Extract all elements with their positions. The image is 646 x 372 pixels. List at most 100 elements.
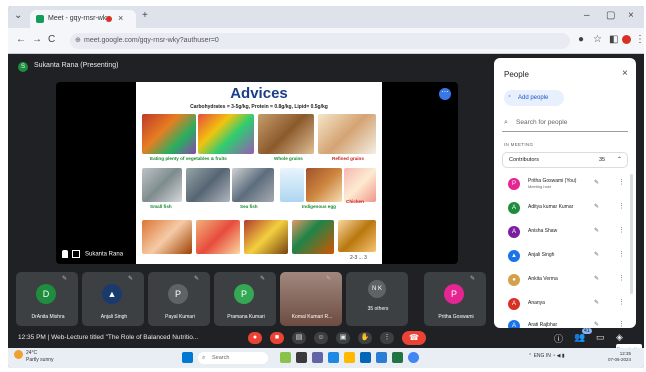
caption-small-fish: Small fish — [150, 204, 172, 209]
file-explorer-icon[interactable] — [344, 352, 355, 363]
participant-name: Pramana Kumari — [227, 314, 265, 320]
more-options-button[interactable]: ⋮ — [380, 332, 394, 344]
maximize-icon[interactable]: ▢ — [606, 10, 615, 21]
participant-row[interactable]: ▲ Anjali Singh ✎ ⋮ — [502, 246, 628, 268]
weather-widget[interactable]: 24°C Partly sunny — [14, 350, 54, 364]
participant-tile[interactable]: ✎ ▲ Anjali Singh — [82, 272, 144, 326]
forward-icon[interactable]: → — [32, 34, 42, 45]
system-tray[interactable]: ⌃ ENG IN ◔ ◀ ▮ — [528, 353, 565, 359]
mic-off-icon[interactable]: ✎ — [594, 203, 599, 210]
browser-menu-icon[interactable]: ⋮ — [635, 34, 644, 45]
participant-row[interactable]: ● Ankita Verma ✎ ⋮ — [502, 270, 628, 292]
stage-more-options-icon[interactable]: ⋯ — [439, 88, 451, 100]
participant-row[interactable]: A Arati Rajbhar ✎ ⋮ — [502, 316, 628, 328]
new-tab-icon[interactable]: + — [142, 10, 148, 21]
add-people-button[interactable]: ⁺ Add people — [504, 90, 564, 106]
chat-icon[interactable]: ▭ — [596, 332, 605, 343]
mic-off-icon[interactable]: ✎ — [594, 299, 599, 306]
browser-tab-meet[interactable]: Meet - gqy-rnsr-wky × — [30, 10, 136, 28]
pin-icon[interactable] — [62, 250, 68, 258]
camera-toggle-button[interactable]: ■ — [270, 332, 284, 344]
participant-row[interactable]: A Ananya ✎ ⋮ — [502, 294, 628, 316]
participant-row[interactable]: A Anisha Shaw ✎ ⋮ — [502, 222, 628, 244]
weather-temp: 24°C — [26, 350, 38, 356]
more-options-icon[interactable]: ⋮ — [618, 298, 625, 306]
close-panel-icon[interactable]: × — [622, 68, 628, 79]
meet-favicon-icon — [36, 15, 44, 23]
mic-off-icon[interactable]: ✎ — [594, 321, 599, 328]
participant-row[interactable]: P Pritha Goswami (You) Meeting host ✎ ⋮ — [502, 174, 628, 196]
participant-name: Pritha Goswami — [438, 314, 474, 320]
raise-hand-button[interactable]: ✋ — [358, 332, 372, 344]
sun-icon — [14, 350, 23, 359]
contributors-section[interactable]: Contributors 35 ⌃ — [502, 152, 628, 168]
mic-off-icon[interactable]: ✎ — [594, 275, 599, 282]
more-options-icon[interactable]: ⋮ — [618, 250, 625, 258]
reactions-button[interactable]: ☺ — [314, 332, 328, 344]
volume-icon[interactable]: ◀ — [557, 353, 561, 359]
sidebar-icon[interactable]: ◧ — [609, 34, 618, 45]
presenting-label: Sukanta Rana (Presenting) — [34, 62, 119, 69]
captions-button[interactable]: ▤ — [292, 332, 306, 344]
url-input[interactable]: ⊕ meet.google.com/gqy-rnsr-wky?authuser=… — [70, 33, 570, 49]
more-options-icon[interactable]: ⋮ — [618, 274, 625, 282]
mic-off-icon[interactable]: ✎ — [594, 227, 599, 234]
mic-off-icon: ✎ — [326, 276, 332, 282]
people-scrollbar[interactable] — [630, 174, 633, 294]
wifi-icon[interactable]: ◔ — [552, 353, 555, 359]
window-close-icon[interactable]: × — [628, 10, 634, 21]
taskbar-clock[interactable]: 12:35 07-06-2024 — [608, 351, 631, 363]
chrome-icon[interactable] — [408, 352, 419, 363]
avatar: D — [36, 284, 56, 304]
more-options-icon[interactable]: ⋮ — [618, 178, 625, 186]
tray-chevron-icon[interactable]: ⌃ — [528, 353, 532, 359]
participant-row[interactable]: A Aditya kumar Kumar ✎ ⋮ — [502, 198, 628, 220]
close-tab-icon[interactable]: × — [118, 13, 123, 23]
word-icon[interactable] — [376, 352, 387, 363]
reload-icon[interactable]: C — [48, 34, 55, 45]
task-view-icon[interactable] — [296, 352, 307, 363]
excel-icon[interactable] — [392, 352, 403, 363]
tab-menu-icon[interactable]: ⌄ — [14, 10, 22, 21]
site-info-icon[interactable]: ⊕ — [75, 36, 81, 44]
mic-off-icon[interactable]: ✎ — [594, 179, 599, 186]
language-indicator[interactable]: ENG IN — [534, 353, 551, 359]
camera-indicator-icon[interactable]: ● — [578, 34, 584, 45]
others-tile[interactable]: N K 35 others — [346, 272, 408, 326]
presentation-stage[interactable]: Advices Carbohydrates = 3-5g/kg, Protein… — [56, 82, 458, 264]
people-search-input[interactable]: ⌕ Search for people — [502, 114, 628, 132]
os-taskbar: 24°C Partly sunny ⌕ Search ⌃ ENG IN ◔ ◀ … — [8, 348, 644, 368]
participant-tile[interactable]: ✎ P Pritha Goswami — [424, 272, 486, 326]
present-button[interactable]: ▣ — [336, 332, 350, 344]
more-options-icon[interactable]: ⋮ — [618, 226, 625, 234]
start-icon[interactable] — [182, 352, 193, 363]
bookmark-star-icon[interactable]: ☆ — [593, 34, 602, 45]
store-icon[interactable] — [360, 352, 371, 363]
add-people-label: Add people — [518, 95, 549, 101]
fullscreen-icon[interactable] — [72, 250, 80, 258]
back-icon[interactable]: ← — [16, 34, 26, 45]
profile-avatar[interactable] — [622, 35, 631, 44]
taskbar-search[interactable]: ⌕ Search — [198, 352, 268, 364]
teams-icon[interactable] — [312, 352, 323, 363]
activities-icon[interactable]: ◈ — [616, 332, 623, 343]
contributors-label: Contributors — [509, 157, 539, 163]
more-options-icon[interactable]: ⋮ — [618, 320, 625, 328]
mic-off-icon[interactable]: ✎ — [594, 251, 599, 258]
leave-call-button[interactable]: ☎ — [402, 331, 426, 345]
battery-icon[interactable]: ▮ — [562, 353, 565, 359]
participant-tile[interactable]: ✎ P Payal Kumari — [148, 272, 210, 326]
participant-tile[interactable]: ✎ D DrAnita Mishra — [16, 272, 78, 326]
meeting-info-icon[interactable]: ⓘ — [554, 332, 563, 345]
widgets-icon[interactable] — [280, 352, 291, 363]
minimize-icon[interactable]: – — [584, 10, 590, 21]
refined-grains-image — [318, 114, 376, 154]
fast-food-image — [196, 220, 240, 254]
edge-icon[interactable] — [328, 352, 339, 363]
more-options-icon[interactable]: ⋮ — [618, 202, 625, 210]
caption-whole-grains: Whole grains — [274, 156, 303, 161]
mic-toggle-button[interactable]: ● — [248, 332, 262, 344]
participant-tile[interactable]: ✎ P Pramana Kumari — [214, 272, 276, 326]
meeting-controls-bar: 12:35 PM | Web-Lecture titled "The Role … — [8, 328, 644, 354]
participant-tile-video[interactable]: ✎ Komal Kumari R... — [280, 272, 342, 326]
